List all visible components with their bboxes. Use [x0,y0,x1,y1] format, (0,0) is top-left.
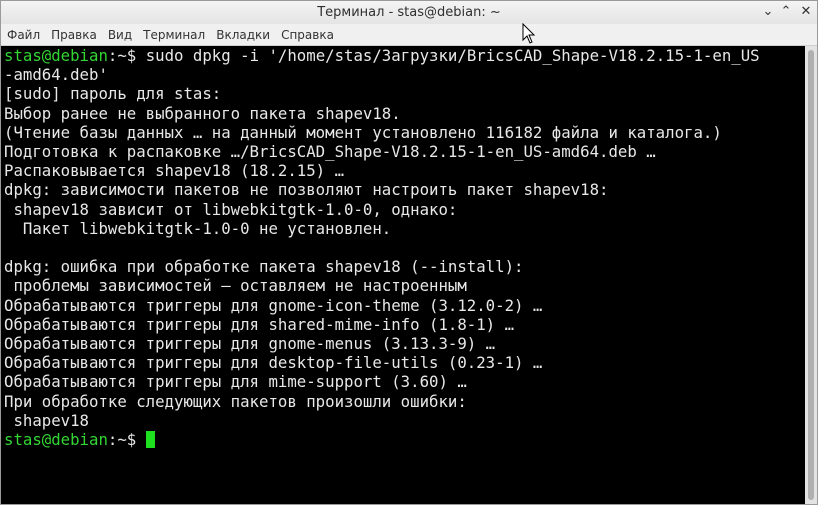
menu-view[interactable]: Вид [102,25,137,46]
output-line: Обрабатываются триггеры для desktop-file… [4,353,543,373]
terminal-output-area[interactable]: stas@debian:~$ sudo dpkg -i '/home/stas/… [1,46,805,504]
mouse-pointer-icon [522,23,536,44]
title-bar[interactable]: Терминал - stas@debian: ~ ⌄ ⌃ ✕ [1,1,817,25]
output-line: проблемы зависимостей — оставляем не нас… [4,276,467,296]
menu-bar: Файл Правка Вид Терминал Вкладки Справка [1,24,817,46]
output-line: dpkg: ошибка при обработке пакета shapev… [4,257,524,277]
command-line: sudo dpkg -i '/home/stas/Загрузки/BricsC… [136,46,760,65]
vertical-scrollbar[interactable] [805,46,817,504]
menu-help[interactable]: Справка [275,25,339,46]
minimize-button[interactable]: ⌄ [759,3,777,21]
output-line: Пакет libwebkitgtk-1.0-0 не установлен. [4,218,392,238]
menu-edit[interactable]: Правка [45,25,102,46]
menu-file[interactable]: Файл [1,25,45,46]
close-button[interactable]: ✕ [797,3,815,21]
scrollbar-thumb[interactable] [808,50,814,500]
maximize-button[interactable]: ⌃ [777,3,795,21]
final-prompt-user: stas@debian [4,430,108,450]
output-line: [sudo] пароль для stas: [4,84,222,104]
output-line: Выбор ранее не выбранного пакета shapev1… [4,103,401,123]
output-line: shapev18 зависит от libwebkitgtk-1.0-0, … [4,199,458,219]
menu-tabs[interactable]: Вкладки [210,25,275,46]
output-line: dpkg: зависимости пакетов не позволяют н… [4,180,609,200]
output-line: Подготовка к распаковке …/BricsCAD_Shape… [4,142,656,162]
output-line: Обрабатываются триггеры для gnome-menus … [4,334,496,354]
command-line-wrap: -amd64.deb' [4,65,108,85]
output-line: (Чтение базы данных … на данный момент у… [4,122,722,142]
terminal-window: Терминал - stas@debian: ~ ⌄ ⌃ ✕ Файл Прав… [0,0,818,505]
prompt-suffix: :~$ [107,46,137,65]
output-line: shapev18 [4,410,90,430]
output-line: Обрабатываются триггеры для mime-support… [4,372,467,392]
output-line: При обработке следующих пакетов произошл… [4,391,467,411]
text-cursor [145,431,155,449]
window-title: Терминал - stas@debian: ~ [317,5,501,20]
output-line: Распаковывается shapev18 (18.2.15) … [4,161,345,181]
menu-terminal[interactable]: Терминал [137,25,210,46]
final-prompt-suffix: :~$ [107,430,146,450]
output-line: Обрабатываются триггеры для shared-mime-… [4,314,515,334]
terminal-text: stas@debian:~$ sudo dpkg -i '/home/stas/… [1,46,805,449]
prompt-user: stas@debian [4,46,108,65]
output-line: Обрабатываются триггеры для gnome-icon-t… [4,295,543,315]
